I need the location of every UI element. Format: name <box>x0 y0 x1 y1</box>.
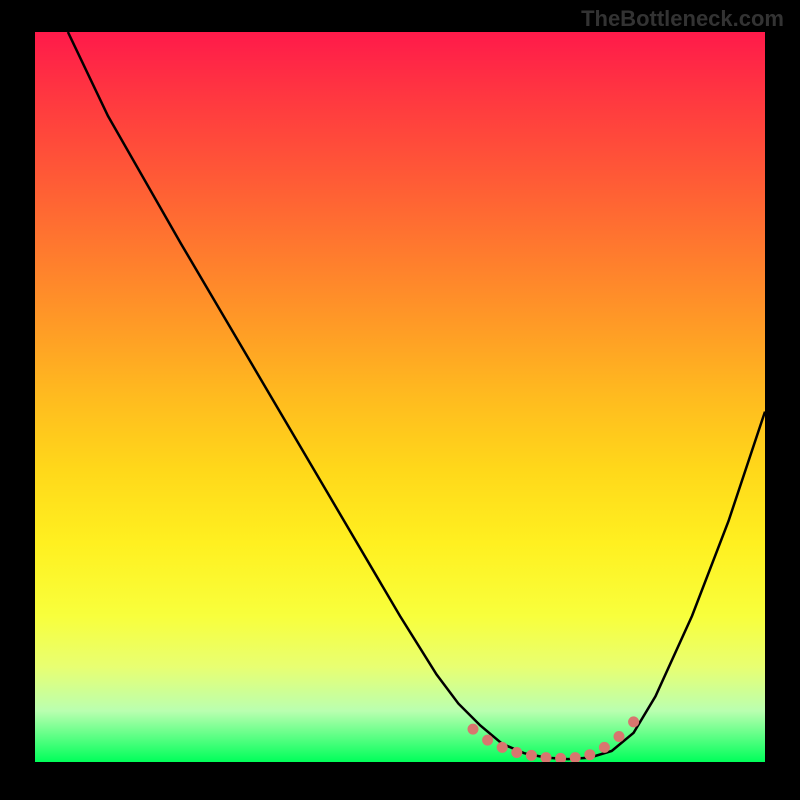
valley-marker <box>526 750 536 760</box>
valley-marker <box>585 750 595 760</box>
curve-layer <box>35 32 765 762</box>
valley-marker <box>556 753 566 762</box>
watermark-text: TheBottleneck.com <box>581 6 784 32</box>
plot-area <box>35 32 765 762</box>
valley-marker <box>497 742 507 752</box>
valley-marker <box>599 742 609 752</box>
bottleneck-curve <box>68 32 765 759</box>
valley-marker <box>614 732 624 742</box>
valley-marker <box>483 735 493 745</box>
valley-markers <box>468 717 639 762</box>
valley-marker <box>629 717 639 727</box>
valley-marker <box>541 753 551 762</box>
valley-marker <box>468 724 478 734</box>
valley-marker <box>570 753 580 762</box>
valley-marker <box>512 748 522 758</box>
